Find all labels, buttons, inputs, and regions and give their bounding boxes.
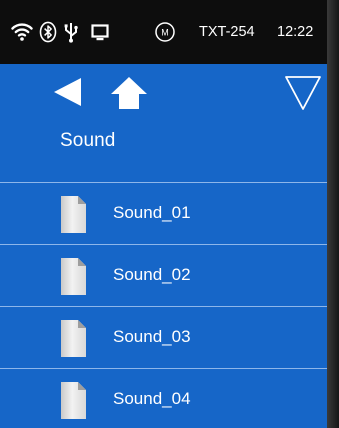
dropdown-menu-button[interactable] (283, 73, 323, 113)
toolbar (0, 64, 327, 120)
file-name: Sound_03 (113, 327, 191, 346)
list-item[interactable]: Sound_04 (0, 369, 327, 428)
wifi-icon (11, 21, 33, 43)
device-bezel (327, 0, 339, 428)
back-arrow-icon (54, 78, 81, 106)
clock-time: 12:22 (277, 24, 314, 40)
document-icon (61, 196, 86, 233)
usb-icon (60, 21, 82, 43)
list-item[interactable]: Sound_02 (0, 245, 327, 306)
file-name: Sound_04 (113, 389, 191, 408)
m-circle-icon: M (153, 21, 177, 43)
screen: M TXT-254 12:22 Sound Sound_01 Sound_02 … (0, 0, 327, 428)
device: M TXT-254 12:22 Sound Sound_01 Sound_02 … (0, 0, 339, 428)
document-icon (61, 320, 86, 357)
m-badge-text: M (161, 27, 169, 37)
back-button[interactable] (51, 75, 85, 109)
device-name: TXT-254 (199, 24, 255, 40)
bluetooth-icon (37, 21, 59, 43)
home-icon (111, 77, 147, 109)
status-bar: M TXT-254 12:22 (0, 0, 327, 64)
list-item[interactable]: Sound_01 (0, 183, 327, 244)
dropdown-triangle-icon (285, 76, 321, 110)
document-icon (61, 258, 86, 295)
file-name: Sound_02 (113, 265, 191, 284)
document-icon (61, 382, 86, 419)
page-title: Sound (60, 130, 116, 151)
home-button[interactable] (109, 75, 149, 111)
file-name: Sound_01 (113, 203, 191, 222)
file-list: Sound_01 Sound_02 Sound_03 Sound_04 (0, 182, 327, 428)
display-icon (89, 21, 111, 43)
list-item[interactable]: Sound_03 (0, 307, 327, 368)
